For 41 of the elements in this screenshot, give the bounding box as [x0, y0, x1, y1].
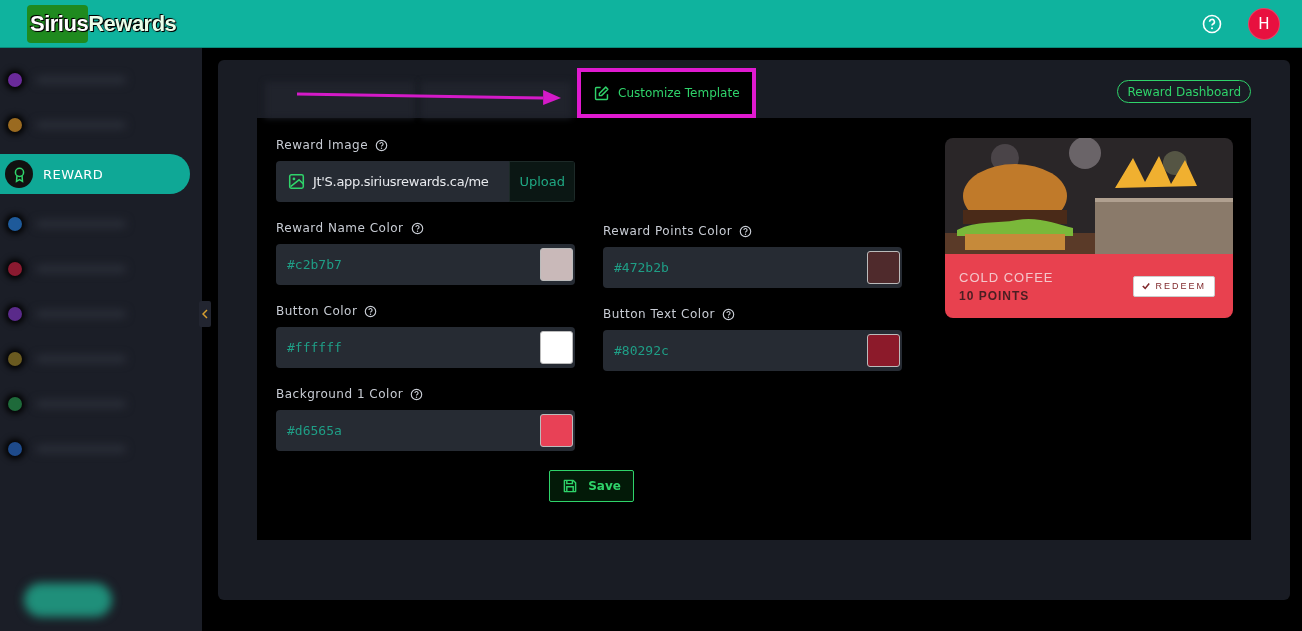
help-icon[interactable]: [375, 138, 389, 152]
logo-text: Sirius: [27, 4, 89, 43]
collapse-button[interactable]: [199, 301, 211, 327]
help-icon[interactable]: [721, 307, 735, 321]
user-avatar[interactable]: H: [1248, 7, 1280, 40]
image-url-field[interactable]: Jt'S.app.siriusrewards.ca/me Upload: [276, 161, 575, 202]
save-icon: [562, 478, 579, 494]
color-swatch[interactable]: [540, 414, 573, 447]
blurred-button[interactable]: [24, 583, 112, 617]
reward-points: 10 POINTS: [959, 288, 1031, 303]
image-icon: [288, 173, 305, 190]
reward-name: COLD COFEE: [959, 269, 1054, 285]
color-field[interactable]: #c2b7b7: [276, 244, 575, 285]
help-icon[interactable]: [364, 304, 378, 318]
field-label: Background 1 Color: [276, 387, 575, 401]
color-swatch[interactable]: [867, 334, 900, 367]
field-label: Reward Name Color: [276, 221, 575, 235]
color-field[interactable]: #d6565a: [276, 410, 575, 451]
field-label: Reward Points Color: [603, 224, 902, 238]
help-icon[interactable]: [739, 224, 753, 238]
tab[interactable]: Customize Template: [577, 68, 756, 118]
help-icon[interactable]: [410, 387, 424, 401]
color-field[interactable]: #472b2b: [603, 247, 902, 288]
check-icon: [1142, 282, 1151, 290]
color-swatch[interactable]: [867, 251, 900, 284]
field-label: Button Text Color: [603, 307, 902, 321]
sidebar-item[interactable]: REWARD: [0, 154, 190, 194]
help-icon[interactable]: [410, 221, 424, 235]
save-button[interactable]: Save: [549, 470, 634, 502]
upload-button[interactable]: Upload: [509, 161, 575, 202]
logo[interactable]: SiriusRewards: [27, 4, 177, 43]
field-label: Button Color: [276, 304, 575, 318]
edit-icon: [593, 84, 610, 102]
chevron-left-icon: [202, 309, 208, 319]
color-field[interactable]: #ffffff: [276, 327, 575, 368]
color-swatch[interactable]: [540, 248, 573, 281]
logo-text: Rewards: [88, 10, 177, 37]
redeem-button[interactable]: REDEEM: [1133, 275, 1215, 297]
color-field[interactable]: #80292c: [603, 330, 902, 371]
color-swatch[interactable]: [540, 331, 573, 364]
field-label: Reward Image: [276, 138, 903, 152]
